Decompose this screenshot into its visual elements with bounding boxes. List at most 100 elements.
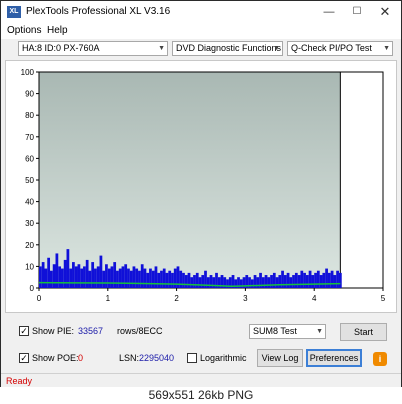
maximize-button[interactable]: ☐ bbox=[343, 1, 371, 23]
pie-bar bbox=[88, 270, 92, 288]
y-tick-label: 60 bbox=[25, 154, 34, 163]
pie-bar bbox=[91, 262, 95, 288]
pie-bar bbox=[201, 275, 205, 288]
pie-bar bbox=[182, 272, 185, 288]
pie-bar bbox=[50, 270, 53, 288]
pie-bar bbox=[105, 264, 108, 288]
app-icon: XL bbox=[7, 6, 21, 18]
pie-bar bbox=[193, 275, 196, 288]
chevron-down-icon: ▼ bbox=[273, 45, 280, 52]
pie-bar bbox=[154, 266, 158, 288]
pie-bar bbox=[143, 268, 147, 288]
logarithmic-label: Logarithmic bbox=[200, 353, 247, 363]
drive-select-value: HA:8 ID:0 PX-760A bbox=[22, 43, 100, 53]
menu-help[interactable]: Help bbox=[47, 25, 68, 36]
pie-bar bbox=[250, 279, 254, 288]
y-tick-label: 50 bbox=[25, 176, 34, 185]
pie-bar bbox=[69, 268, 73, 288]
title-bar: XL PlexTools Professional XL V3.16 — ☐ ✕ bbox=[1, 1, 401, 23]
pie-bar bbox=[140, 264, 144, 288]
pie-bar bbox=[162, 268, 166, 288]
menu-bar: Options Help bbox=[1, 23, 401, 39]
status-bar: Ready bbox=[1, 373, 401, 387]
pie-bar bbox=[338, 272, 342, 288]
pie-bar bbox=[110, 266, 114, 288]
chart-panel: 0 10 20 30 40 50 60 70 80 90 100 0 1 2 3 4 5 bbox=[5, 60, 397, 313]
menu-options[interactable]: Options bbox=[7, 25, 41, 36]
pie-bar bbox=[300, 270, 304, 288]
sum-test-value: SUM8 Test bbox=[253, 326, 297, 336]
pie-bar bbox=[322, 272, 326, 288]
y-tick-label: 100 bbox=[21, 68, 35, 77]
pie-bar bbox=[168, 270, 172, 288]
pie-bar bbox=[44, 268, 48, 288]
start-button[interactable]: Start bbox=[340, 323, 387, 341]
pie-bar bbox=[289, 277, 293, 288]
pie-bar bbox=[96, 266, 100, 288]
pie-bar bbox=[319, 275, 323, 288]
pie-bar bbox=[212, 277, 216, 288]
show-pie-label: Show PIE: bbox=[32, 326, 75, 336]
pie-bar bbox=[278, 275, 282, 288]
function-select-value: DVD Diagnostic Functions bbox=[176, 43, 282, 53]
y-tick-label: 90 bbox=[25, 90, 34, 99]
pie-bar bbox=[308, 270, 312, 288]
pie-bar bbox=[303, 272, 306, 288]
x-tick-label: 1 bbox=[106, 294, 111, 303]
pie-bar bbox=[187, 272, 191, 288]
pie-bar bbox=[292, 275, 295, 288]
pie-unit: rows/8ECC bbox=[117, 326, 163, 336]
chevron-down-icon: ▼ bbox=[316, 328, 323, 335]
pie-bar bbox=[314, 272, 317, 288]
pie-bar bbox=[39, 266, 42, 288]
pie-bar bbox=[129, 270, 133, 288]
show-poe-label: Show POE: bbox=[32, 353, 79, 363]
pie-bar bbox=[333, 275, 337, 288]
pie-bar bbox=[63, 259, 67, 288]
pie-bar bbox=[160, 270, 163, 288]
y-tick-label: 80 bbox=[25, 111, 34, 120]
pie-bar bbox=[206, 277, 210, 288]
pie-bar bbox=[138, 270, 141, 288]
pie-bar bbox=[325, 268, 328, 288]
pie-bar bbox=[179, 270, 183, 288]
window-title: PlexTools Professional XL V3.16 bbox=[26, 6, 171, 17]
drive-select[interactable]: HA:8 ID:0 PX-760A ▼ bbox=[18, 41, 168, 56]
lsn-value: 2295040 bbox=[139, 353, 175, 363]
function-select[interactable]: DVD Diagnostic Functions ▼ bbox=[172, 41, 283, 56]
poe-value: 0 bbox=[78, 353, 84, 363]
pie-bar bbox=[47, 257, 51, 288]
pi-po-chart: 0 10 20 30 40 50 60 70 80 90 100 0 1 2 3 4 5 bbox=[21, 68, 386, 303]
info-icon[interactable]: i bbox=[373, 352, 387, 366]
minimize-button[interactable]: — bbox=[315, 1, 343, 23]
status-text: Ready bbox=[6, 376, 33, 386]
pie-bar bbox=[297, 275, 301, 288]
x-tick-label: 2 bbox=[174, 294, 179, 303]
close-button[interactable]: ✕ bbox=[371, 1, 399, 23]
test-select[interactable]: Q-Check PI/PO Test ▼ bbox=[287, 41, 393, 56]
x-tick-label: 3 bbox=[243, 294, 248, 303]
y-tick-label: 30 bbox=[25, 219, 34, 228]
pie-bar bbox=[124, 264, 128, 288]
pie-bar bbox=[85, 259, 89, 288]
preferences-button[interactable]: Preferences bbox=[306, 349, 362, 367]
pie-bar bbox=[61, 268, 64, 288]
pie-bar bbox=[118, 268, 122, 288]
pie-bar bbox=[135, 268, 139, 288]
show-pie-checkbox[interactable]: ✓ bbox=[19, 326, 29, 336]
plot-empty-region bbox=[340, 72, 383, 288]
pie-bar bbox=[80, 268, 84, 288]
pie-bar bbox=[330, 270, 334, 288]
lsn-label: LSN: bbox=[119, 353, 140, 363]
pie-bar bbox=[121, 266, 125, 288]
pie-bar bbox=[94, 268, 97, 288]
pie-bar bbox=[113, 262, 117, 288]
y-tick-label: 10 bbox=[25, 262, 34, 271]
sum-test-select[interactable]: SUM8 Test ▼ bbox=[249, 324, 326, 339]
logarithmic-checkbox[interactable] bbox=[187, 353, 197, 363]
pie-bar bbox=[173, 268, 177, 288]
view-log-button[interactable]: View Log bbox=[257, 349, 303, 367]
pie-bar bbox=[261, 277, 265, 288]
show-poe-checkbox[interactable]: ✓ bbox=[19, 353, 29, 363]
pie-bar bbox=[107, 268, 111, 288]
